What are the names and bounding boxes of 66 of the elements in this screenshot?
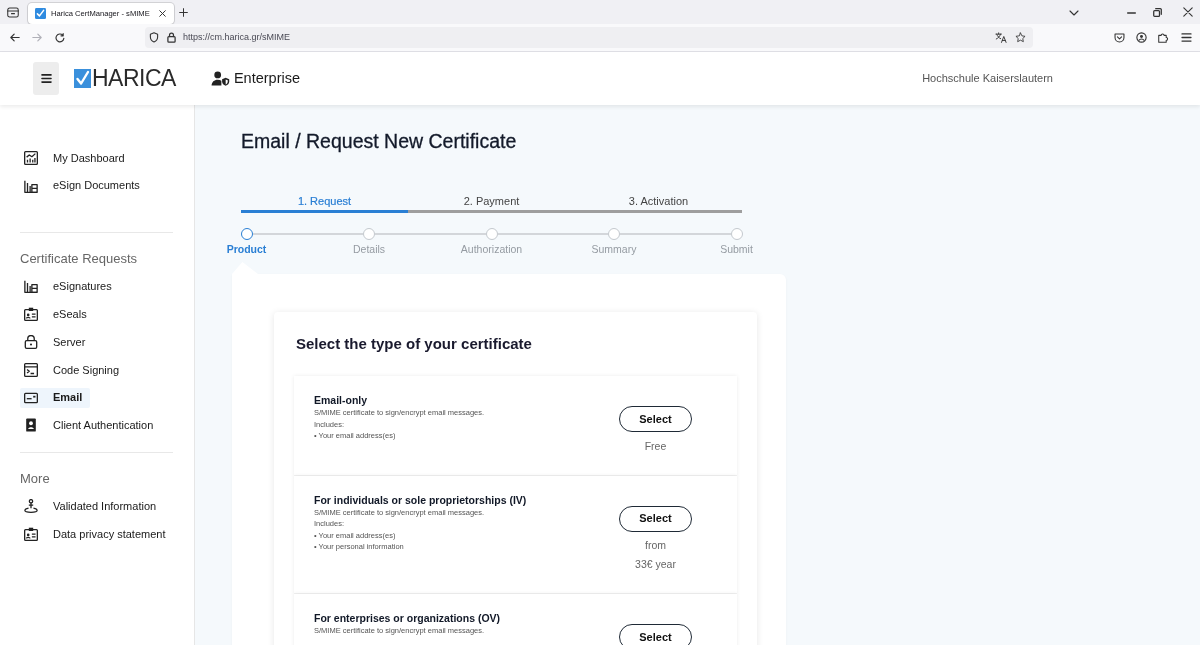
step-label: Product [226, 243, 267, 255]
back-arrow-icon[interactable] [10, 33, 20, 42]
close-icon[interactable] [159, 10, 166, 17]
progress-phase: 2. Payment [408, 194, 575, 213]
menu-button[interactable] [33, 62, 59, 95]
person-pin-icon [24, 499, 38, 514]
chevron-down-icon[interactable] [1069, 10, 1079, 16]
select-button[interactable]: Select [619, 624, 692, 645]
option-title: For enterprises or organizations (OV) [314, 611, 502, 625]
sidebar-item[interactable]: Email [20, 387, 91, 408]
progress-phase: 1. Request [241, 194, 408, 213]
plus-icon[interactable] [179, 8, 188, 17]
sidebar-item[interactable]: eSeals [20, 304, 95, 325]
sidebar-item[interactable]: Client Authentication [20, 415, 162, 436]
progress-phase: 3. Activation [575, 194, 742, 213]
price-text: from [645, 538, 666, 553]
step-label: Authorization [460, 243, 523, 255]
close-icon[interactable] [1183, 7, 1193, 17]
address-bar[interactable]: https://cm.harica.gr/sMIME [145, 27, 1033, 48]
menu-icon[interactable] [1181, 33, 1192, 42]
chart-icon [24, 150, 38, 165]
check-icon [74, 69, 91, 88]
translate-icon[interactable] [995, 32, 1007, 43]
pocket-icon[interactable] [1114, 32, 1125, 43]
puzzle-icon[interactable] [1158, 32, 1169, 43]
sidebar-item[interactable]: My Dashboard [20, 147, 133, 168]
browser-view-icon[interactable] [7, 7, 19, 18]
restore-icon[interactable] [1153, 8, 1162, 17]
shield-icon[interactable] [149, 32, 159, 43]
sidebar-heading: Certificate Requests [20, 251, 139, 268]
lock-icon [24, 335, 38, 349]
user-shield-icon [210, 71, 230, 86]
step-label: Summary [591, 243, 637, 255]
lock-icon[interactable] [167, 32, 176, 43]
step-label: Submit [720, 243, 753, 255]
organization-name: Hochschule Kaiserslautern [922, 71, 1053, 87]
id-card-icon [24, 307, 38, 322]
terminal-icon [24, 362, 38, 377]
sidebar-item[interactable]: Validated Information [20, 496, 165, 517]
page-title: Email / Request New Certificate [241, 129, 517, 153]
step-label: Details [352, 243, 386, 255]
check-icon [35, 8, 46, 19]
price-text: 33€ year [635, 557, 676, 572]
option-title: For individuals or sole proprietorships (IV) [314, 492, 528, 507]
sidebar-item[interactable]: Server [20, 332, 94, 352]
sidebar-item[interactable]: Code Signing [20, 359, 128, 380]
menu-icon [40, 74, 52, 83]
star-icon[interactable] [1015, 32, 1026, 43]
chart-document-icon [24, 178, 38, 193]
sidebar-heading: More [20, 471, 51, 488]
select-button[interactable]: Select [619, 505, 692, 532]
sidebar-item[interactable]: eSignatures [20, 276, 120, 297]
option-title: Email-only [314, 393, 369, 407]
portal-title: Enterprise [233, 68, 300, 88]
section-heading: Select the type of your certificate [296, 335, 533, 353]
price-text: Free [644, 438, 667, 454]
account-icon[interactable] [1136, 32, 1147, 43]
badge-icon [24, 418, 38, 433]
sidebar-item[interactable]: eSign Documents [20, 175, 148, 196]
sidebar-item[interactable]: Data privacy statement [20, 524, 174, 545]
chart-document-icon [24, 279, 38, 294]
id-card-icon [24, 527, 38, 542]
logo-text: HARICA [92, 67, 176, 90]
select-button[interactable]: Select [619, 406, 692, 432]
card-icon [24, 390, 38, 405]
reload-icon[interactable] [55, 32, 65, 43]
